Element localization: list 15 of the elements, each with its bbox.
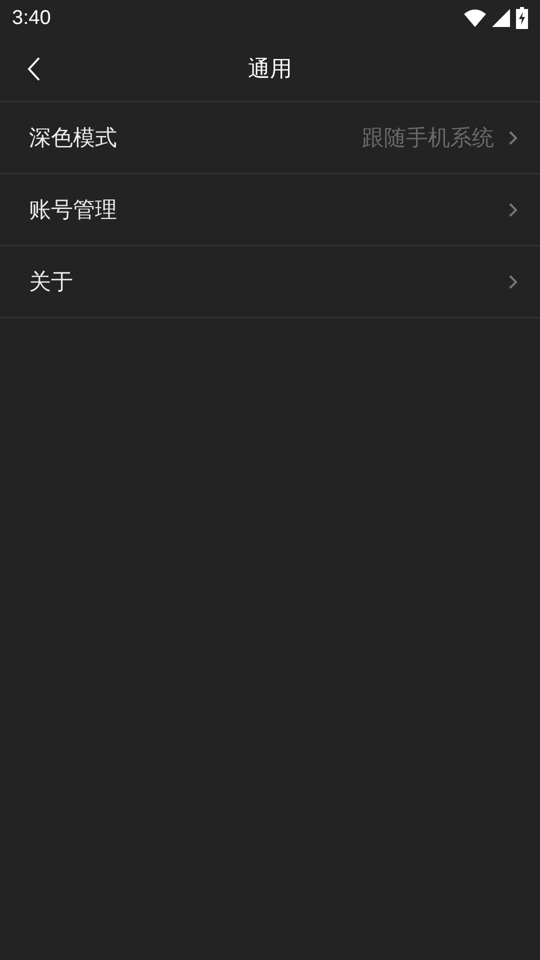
battery-icon bbox=[516, 7, 528, 29]
settings-row[interactable]: 深色模式 跟随手机系统 bbox=[0, 102, 540, 174]
chevron-icon bbox=[508, 274, 518, 290]
row-label: 深色模式 bbox=[29, 124, 118, 152]
settings-row[interactable]: 账号管理 bbox=[0, 174, 540, 246]
page-title: 通用 bbox=[248, 56, 292, 84]
row-value: 跟随手机系统 bbox=[362, 124, 494, 152]
row-label: 账号管理 bbox=[29, 196, 118, 224]
settings-row[interactable]: 关于 bbox=[0, 246, 540, 318]
wifi-icon bbox=[464, 9, 486, 27]
status-time: 3:40 bbox=[12, 6, 51, 30]
signal-icon bbox=[492, 9, 510, 27]
row-label: 关于 bbox=[29, 268, 74, 296]
chevron-icon bbox=[508, 130, 518, 146]
chevron-icon bbox=[508, 202, 518, 218]
